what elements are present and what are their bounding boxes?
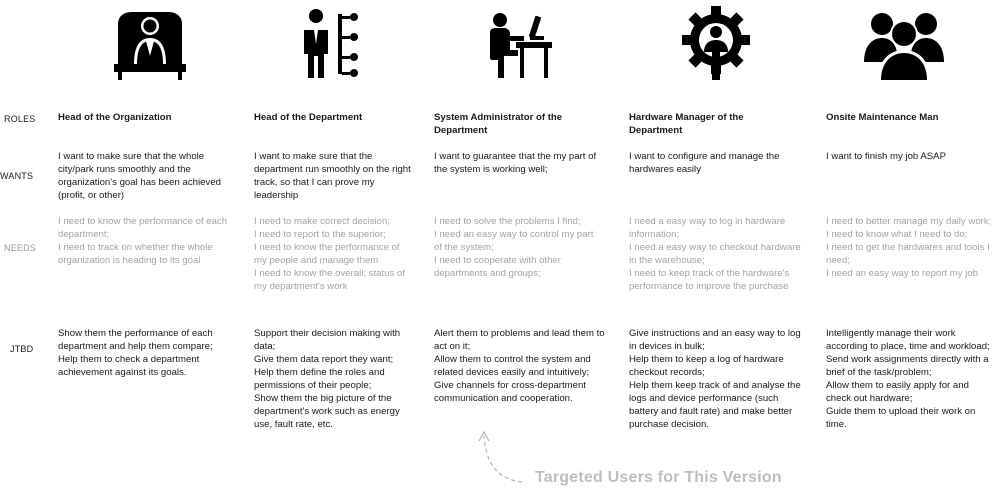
- gear-person-icon: [680, 6, 752, 82]
- role-title: Onsite Maintenance Man: [826, 112, 939, 123]
- jtbd-text: Give instructions and an easy way to log…: [629, 328, 801, 430]
- needs-text: I need to solve the problems I find; I n…: [434, 216, 594, 279]
- jtbd-text: Intelligently manage their work accordin…: [826, 328, 990, 430]
- wants-text: I want to guarantee that the my part of …: [434, 151, 597, 175]
- needs-text: I need to make correct decision; I need …: [254, 216, 405, 292]
- jtbd-text: Show them the performance of each depart…: [58, 328, 213, 378]
- targeted-users-annotation: Targeted Users for This Version: [535, 469, 782, 486]
- role-title: System Administrator of the Department: [434, 112, 563, 136]
- executive-desk-icon: [112, 6, 188, 82]
- manager-hierarchy-icon: [300, 6, 364, 82]
- jtbd-text: Alert them to problems and lead them to …: [434, 328, 605, 404]
- person-at-computer-icon: [486, 6, 554, 82]
- row-label-needs: NEEDS: [4, 243, 37, 253]
- wants-text: I want to make sure that the department …: [254, 151, 411, 201]
- needs-text: I need to know the performance of each d…: [58, 216, 228, 266]
- wants-text: I want to finish my job ASAP: [826, 151, 946, 162]
- wants-text: I want to make sure that the whole city/…: [58, 151, 221, 201]
- row-label-wants: WANTS: [0, 171, 34, 181]
- role-title: Head of the Department: [254, 112, 363, 123]
- needs-text: I need to better manage my daily work; I…: [826, 216, 992, 279]
- role-title: Hardware Manager of the Department: [629, 112, 744, 136]
- jtbd-text: Support their decision making with data;…: [254, 328, 401, 430]
- row-label-jtbd: JTBD: [10, 344, 34, 354]
- dashed-curved-arrow-icon: [472, 424, 532, 493]
- row-label-roles: ROLES: [4, 114, 36, 124]
- group-people-icon: [862, 6, 946, 82]
- role-title: Head of the Organization: [58, 112, 172, 123]
- needs-text: I need a easy way to log in hardware inf…: [629, 216, 801, 292]
- wants-text: I want to configure and manage the hardw…: [629, 151, 780, 175]
